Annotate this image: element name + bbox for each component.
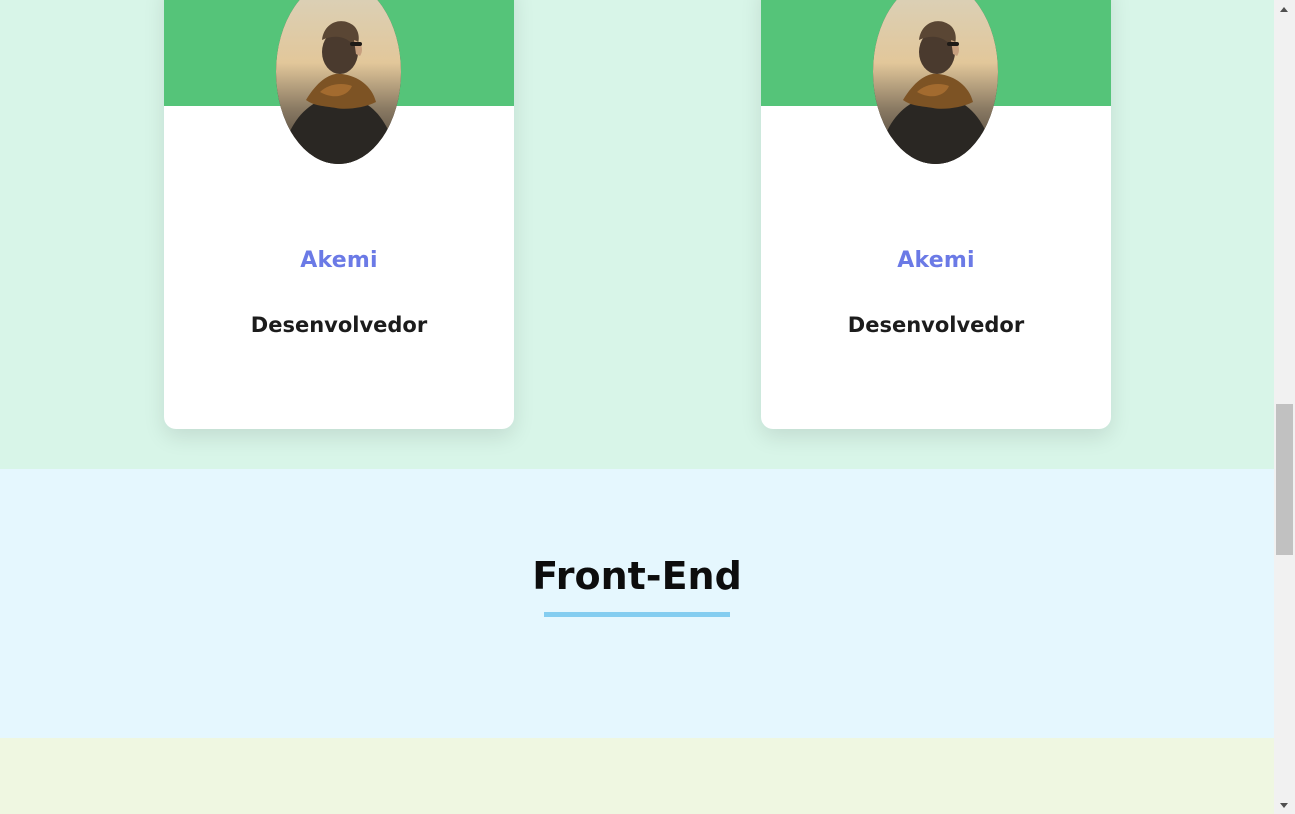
card-name: Akemi xyxy=(300,248,378,273)
scroll-down-arrow-icon[interactable] xyxy=(1274,797,1295,814)
person-photo-icon xyxy=(873,0,998,164)
title-underline xyxy=(544,612,730,617)
section-title: Front-End xyxy=(532,554,742,598)
team-section: Akemi Desenvolvedor Akemi Desenvolvedor xyxy=(0,0,1274,469)
frontend-section: Front-End xyxy=(0,469,1274,738)
page-viewport: Akemi Desenvolvedor Akemi Desenvolvedor … xyxy=(0,0,1274,814)
scroll-up-arrow-icon[interactable] xyxy=(1274,0,1295,17)
card-name: Akemi xyxy=(897,248,975,273)
card-role: Desenvolvedor xyxy=(847,313,1025,337)
next-section xyxy=(0,738,1274,814)
scrollbar-thumb[interactable] xyxy=(1276,404,1293,555)
team-card: Akemi Desenvolvedor xyxy=(164,0,514,429)
vertical-scrollbar[interactable] xyxy=(1274,0,1295,814)
card-role: Desenvolvedor xyxy=(250,313,428,337)
person-photo-icon xyxy=(276,0,401,164)
team-card: Akemi Desenvolvedor xyxy=(761,0,1111,429)
